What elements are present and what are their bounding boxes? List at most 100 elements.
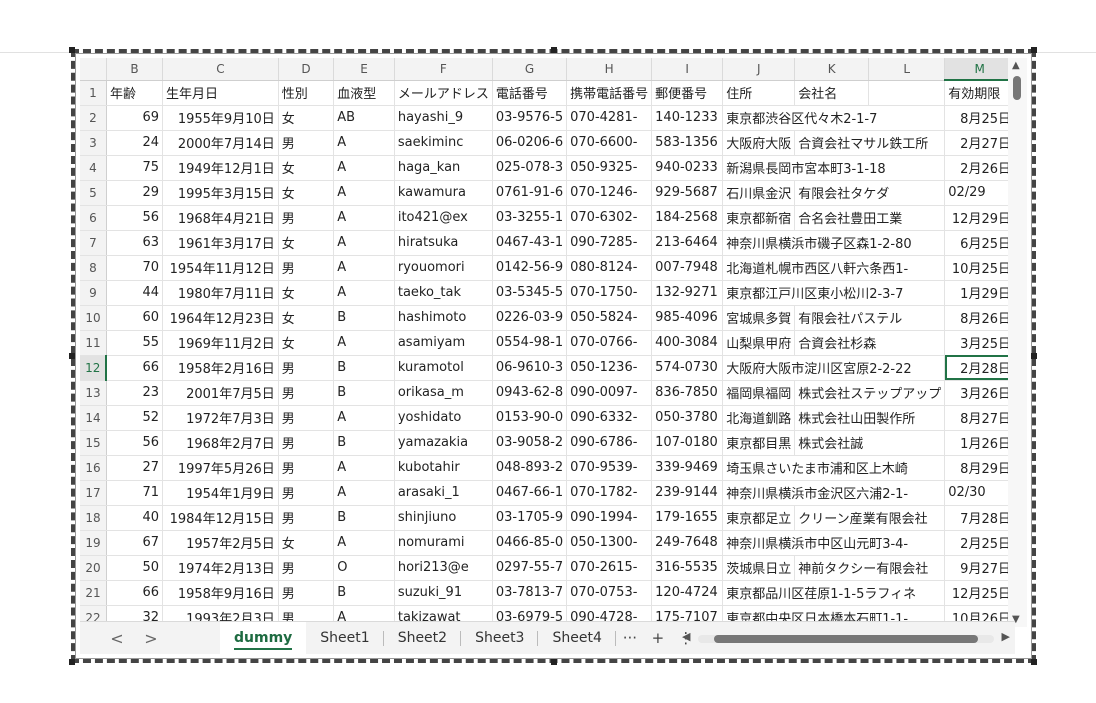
- cell-g8[interactable]: 0142-56-9: [492, 255, 568, 281]
- cell-f4[interactable]: haga_kan: [394, 155, 493, 181]
- cell-g16[interactable]: 048-893-2: [492, 455, 568, 481]
- cell-g3[interactable]: 06-0206-6: [492, 130, 568, 156]
- cell-m1[interactable]: 有効期限: [944, 80, 1015, 106]
- cell-e10[interactable]: B: [333, 305, 395, 331]
- cell-g15[interactable]: 03-9058-2: [492, 430, 568, 456]
- cell-d17[interactable]: 男: [278, 480, 335, 506]
- cell-f15[interactable]: yamazakia: [394, 430, 493, 456]
- cell-h12[interactable]: 050-1236-: [566, 355, 653, 381]
- cell-e19[interactable]: A: [333, 530, 395, 556]
- cell-i16[interactable]: 339-9469: [651, 455, 724, 481]
- cell-d10[interactable]: 女: [278, 305, 335, 331]
- cell-h17[interactable]: 070-1782-: [566, 480, 653, 506]
- cell-j14[interactable]: 北海道釧路: [722, 405, 796, 431]
- cell-j1[interactable]: 住所: [722, 80, 796, 106]
- cell-b17[interactable]: 71: [106, 480, 164, 506]
- row-header[interactable]: 9: [80, 280, 107, 306]
- cell-c16[interactable]: 1997年5月26日: [162, 455, 279, 481]
- cell-i20[interactable]: 316-5535: [651, 555, 724, 581]
- cell-j20[interactable]: 茨城県日立: [722, 555, 796, 581]
- resize-handle[interactable]: [69, 659, 75, 665]
- cell-i17[interactable]: 239-9144: [651, 480, 724, 506]
- scroll-up-icon[interactable]: ▲: [1012, 60, 1020, 71]
- cell-i9[interactable]: 132-9271: [651, 280, 724, 306]
- chevron-left-icon[interactable]: <: [100, 629, 134, 648]
- scroll-right-icon[interactable]: ▶: [1002, 630, 1010, 643]
- cell-i2[interactable]: 140-1233: [651, 105, 724, 131]
- cell-m13[interactable]: 3月26日: [944, 380, 1015, 406]
- row-header[interactable]: 11: [80, 330, 107, 356]
- cell-h14[interactable]: 090-6332-: [566, 405, 653, 431]
- cell-b6[interactable]: 56: [106, 205, 164, 231]
- cell-h21[interactable]: 070-0753-: [566, 580, 653, 606]
- column-header-j[interactable]: J: [722, 58, 796, 81]
- cell-c18[interactable]: 1984年12月15日: [162, 505, 279, 531]
- cell-f17[interactable]: arasaki_1: [394, 480, 493, 506]
- cell-g1[interactable]: 電話番号: [492, 80, 568, 106]
- cell-g14[interactable]: 0153-90-0: [492, 405, 568, 431]
- column-header-i[interactable]: I: [651, 58, 724, 81]
- cell-m3[interactable]: 2月27日: [944, 130, 1015, 156]
- cell-d4[interactable]: 女: [278, 155, 335, 181]
- horizontal-scrollbar[interactable]: ◀ ▶: [678, 629, 1014, 647]
- cell-e2[interactable]: AB: [333, 105, 395, 131]
- cell-h6[interactable]: 070-6302-: [566, 205, 653, 231]
- tab-sheet1[interactable]: Sheet1: [306, 622, 385, 655]
- cell-d13[interactable]: 男: [278, 380, 335, 406]
- cell-h1[interactable]: 携帯電話番号: [566, 80, 653, 106]
- cell-c20[interactable]: 1974年2月13日: [162, 555, 279, 581]
- cell-j13[interactable]: 福岡県福岡: [722, 380, 796, 406]
- resize-handle[interactable]: [69, 353, 75, 359]
- plus-icon[interactable]: +: [644, 629, 672, 647]
- cell-f7[interactable]: hiratsuka: [394, 230, 493, 256]
- cell-i10[interactable]: 985-4096: [651, 305, 724, 331]
- cell-h20[interactable]: 070-2615-: [566, 555, 653, 581]
- cell-i21[interactable]: 120-4724: [651, 580, 724, 606]
- cell-h5[interactable]: 070-1246-: [566, 180, 653, 206]
- cell-e13[interactable]: B: [333, 380, 395, 406]
- cell-e6[interactable]: A: [333, 205, 395, 231]
- cell-e21[interactable]: B: [333, 580, 395, 606]
- cell-b5[interactable]: 29: [106, 180, 164, 206]
- ellipsis-icon[interactable]: ···: [616, 629, 644, 647]
- cell-m2[interactable]: 8月25日: [944, 105, 1015, 131]
- cell-g10[interactable]: 0226-03-9: [492, 305, 568, 331]
- column-header-h[interactable]: H: [566, 58, 653, 81]
- row-header[interactable]: 4: [80, 155, 107, 181]
- cell-f16[interactable]: kubotahir: [394, 455, 493, 481]
- cell-d15[interactable]: 男: [278, 430, 335, 456]
- cell-g12[interactable]: 06-9610-3: [492, 355, 568, 381]
- cell-d12[interactable]: 男: [278, 355, 335, 381]
- row-header[interactable]: 8: [80, 255, 107, 281]
- row-header[interactable]: 10: [80, 305, 107, 331]
- vertical-scrollbar[interactable]: ▲ ▼: [1008, 58, 1027, 627]
- cell-k15[interactable]: 株式会社誠: [794, 430, 946, 456]
- cell-c9[interactable]: 1980年7月11日: [162, 280, 279, 306]
- cell-e15[interactable]: B: [333, 430, 395, 456]
- cell-m18[interactable]: 7月28日: [944, 505, 1015, 531]
- cell-c5[interactable]: 1995年3月15日: [162, 180, 279, 206]
- column-header-k[interactable]: K: [794, 58, 870, 81]
- cell-c6[interactable]: 1968年4月21日: [162, 205, 279, 231]
- resize-handle[interactable]: [551, 659, 557, 665]
- cell-j11[interactable]: 山梨県甲府: [722, 330, 796, 356]
- cell-e12[interactable]: B: [333, 355, 395, 381]
- cell-f9[interactable]: taeko_tak: [394, 280, 493, 306]
- cell-j9[interactable]: 東京都江戸川区東小松川2-3-7: [722, 280, 946, 306]
- cell-k20[interactable]: 神前タクシー有限会社: [794, 555, 946, 581]
- cell-i11[interactable]: 400-3084: [651, 330, 724, 356]
- cell-c17[interactable]: 1954年1月9日: [162, 480, 279, 506]
- cell-c4[interactable]: 1949年12月1日: [162, 155, 279, 181]
- cell-b8[interactable]: 70: [106, 255, 164, 281]
- cell-d3[interactable]: 男: [278, 130, 335, 156]
- row-header[interactable]: 1: [80, 80, 107, 106]
- cell-e4[interactable]: A: [333, 155, 395, 181]
- cell-f10[interactable]: hashimoto: [394, 305, 493, 331]
- cell-e20[interactable]: O: [333, 555, 395, 581]
- cell-h13[interactable]: 090-0097-: [566, 380, 653, 406]
- cell-h7[interactable]: 090-7285-: [566, 230, 653, 256]
- cell-j3[interactable]: 大阪府大阪: [722, 130, 796, 156]
- cell-d19[interactable]: 女: [278, 530, 335, 556]
- cell-m20[interactable]: 9月27日: [944, 555, 1015, 581]
- cell-h15[interactable]: 090-6786-: [566, 430, 653, 456]
